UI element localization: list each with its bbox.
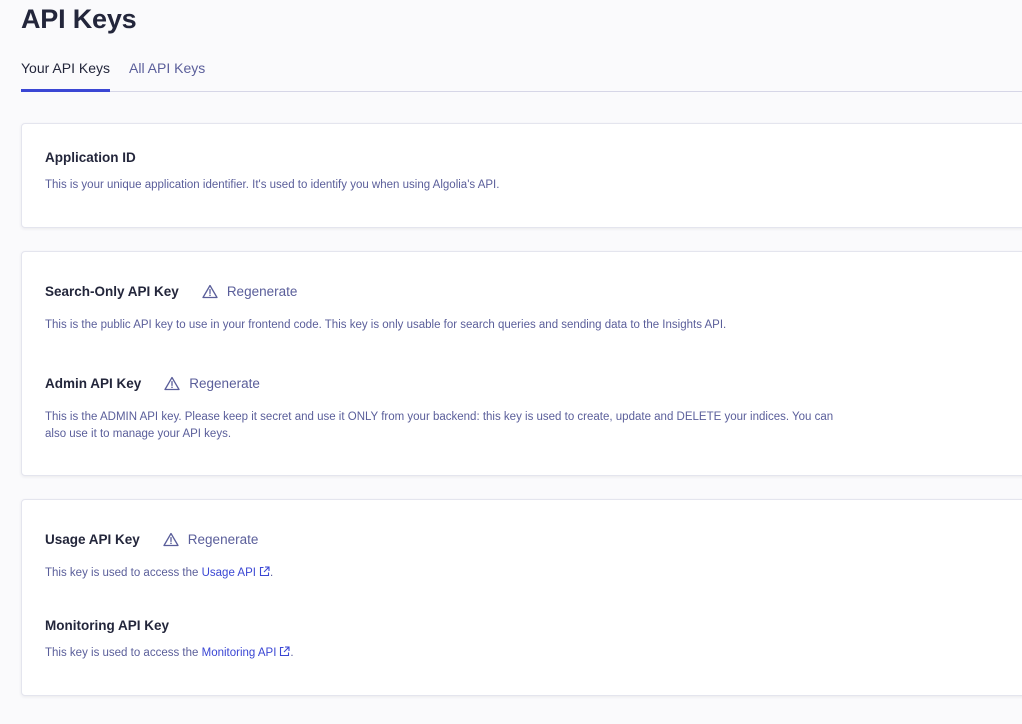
usage-description-prefix: This key is used to access the: [45, 567, 202, 579]
search-only-regenerate-label: Regenerate: [226, 284, 298, 299]
monitoring-key-row: Monitoring API Key: [45, 618, 169, 633]
usage-api-link[interactable]: Usage API: [201, 566, 270, 579]
application-id-description: This is your unique application identifi…: [45, 179, 500, 191]
admin-regenerate-label: Regenerate: [189, 376, 260, 391]
monitoring-key-description: This key is used to access the Monitorin…: [45, 645, 294, 662]
warning-triangle-icon: [202, 284, 218, 299]
usage-key-row: Usage API Key Regenerate: [45, 532, 258, 547]
search-only-regenerate-button[interactable]: Regenerate: [202, 284, 298, 299]
admin-key-row: Admin API Key Regenerate: [45, 376, 260, 391]
application-id-title: Application ID: [45, 150, 136, 165]
page-title: API Keys: [21, 4, 137, 34]
monitoring-description-suffix: .: [290, 647, 294, 659]
usage-key-description: This key is used to access the Usage API…: [45, 565, 273, 582]
application-id-label: Application ID: [45, 150, 136, 165]
tab-all-api-keys[interactable]: All API Keys: [129, 58, 205, 91]
monitoring-key-label: Monitoring API Key: [45, 618, 169, 633]
application-id-card: Application ID This is your unique appli…: [21, 123, 1022, 228]
admin-key-label: Admin API Key: [45, 376, 142, 391]
warning-triangle-icon: [164, 376, 180, 391]
search-only-key-description: This is the public API key to use in you…: [45, 319, 727, 331]
monitoring-api-link[interactable]: Monitoring API: [201, 646, 291, 659]
search-only-key-row: Search-Only API Key Regenerate: [45, 284, 297, 299]
usage-monitoring-keys-card: Usage API Key Regenerate This key is use…: [21, 499, 1022, 696]
api-keys-page: API Keys Your API Keys All API Keys Appl…: [0, 0, 1022, 724]
external-link-icon: [259, 566, 270, 577]
usage-api-link-label: Usage API: [201, 567, 256, 579]
search-admin-keys-card: Search-Only API Key Regenerate This is t…: [21, 251, 1022, 476]
monitoring-description-prefix: This key is used to access the: [45, 647, 202, 659]
usage-key-label: Usage API Key: [45, 532, 140, 547]
tab-bar: Your API Keys All API Keys: [21, 58, 1022, 92]
admin-key-description: This is the ADMIN API key. Please keep i…: [45, 411, 834, 440]
search-only-key-label: Search-Only API Key: [45, 284, 179, 299]
admin-regenerate-button[interactable]: Regenerate: [164, 376, 260, 391]
usage-description-suffix: .: [269, 567, 274, 579]
tab-your-api-keys[interactable]: Your API Keys: [21, 58, 110, 92]
usage-regenerate-label: Regenerate: [187, 532, 259, 547]
warning-triangle-icon: [163, 532, 179, 547]
external-link-icon: [280, 646, 290, 657]
usage-regenerate-button[interactable]: Regenerate: [163, 532, 259, 547]
monitoring-api-link-label: Monitoring API: [201, 647, 277, 659]
